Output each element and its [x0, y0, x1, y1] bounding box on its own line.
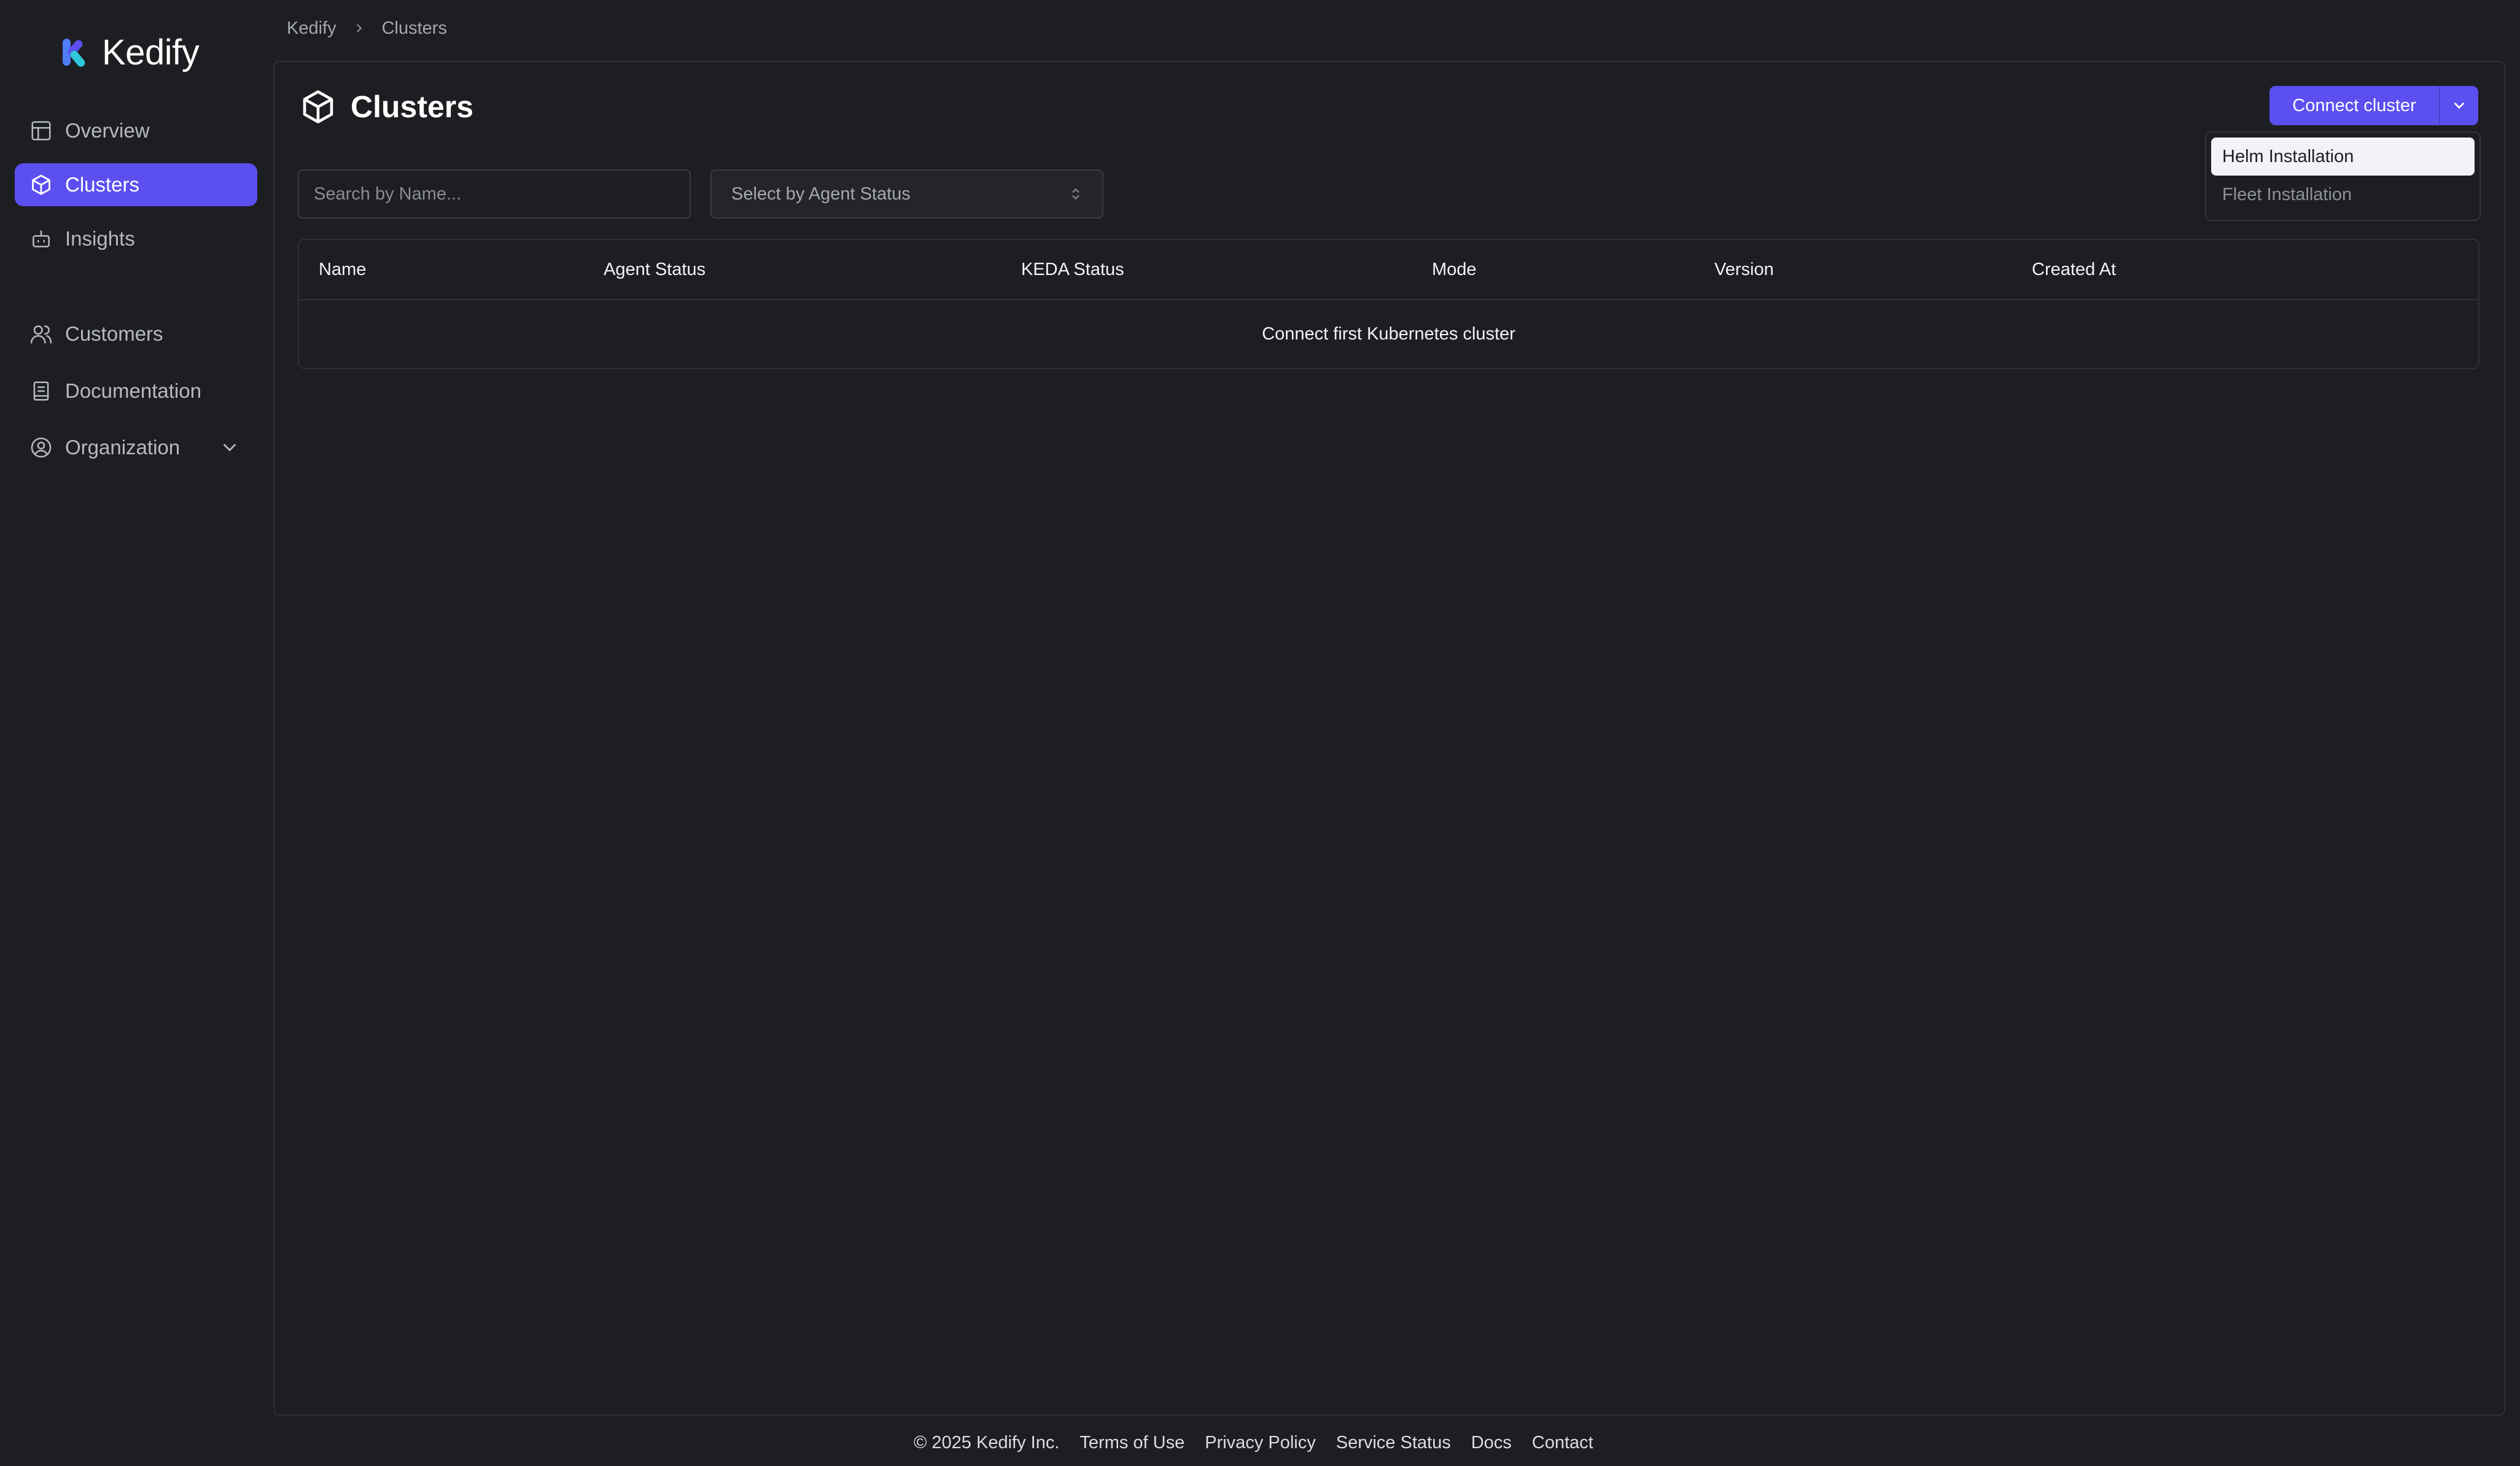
search-input[interactable]: [298, 169, 691, 219]
sidebar-item-organization[interactable]: Organization: [15, 426, 257, 469]
layout-icon: [31, 121, 51, 141]
chevron-down-icon[interactable]: [219, 437, 240, 458]
book-icon: [33, 381, 49, 401]
sidebar: Kedify Overview Clusters Insights Custom…: [0, 0, 273, 1466]
menu-item-helm-installation[interactable]: Helm Installation: [2211, 138, 2475, 176]
footer: © 2025 Kedify Inc. Terms of Use Privacy …: [914, 1429, 1593, 1456]
app: Kedify Overview Clusters Insights Custom…: [0, 0, 2520, 1466]
agent-status-select[interactable]: Select by Agent Status: [710, 169, 1103, 219]
agent-status-placeholder: Select by Agent Status: [731, 184, 911, 204]
connect-cluster-menu: Helm Installation Fleet Installation: [2205, 131, 2481, 221]
column-header-created-at: Created At: [2032, 259, 2117, 279]
sidebar-item-label: Customers: [65, 322, 163, 345]
table-empty-state: Connect first Kubernetes cluster: [1262, 324, 1515, 344]
chevron-down-icon: [2454, 103, 2464, 109]
sidebar-item-label: Organization: [65, 436, 181, 459]
brand-logo[interactable]: Kedify: [59, 31, 200, 74]
sidebar-item-insights[interactable]: Insights: [15, 217, 257, 260]
column-header-mode: Mode: [1432, 259, 1477, 279]
bot-icon: [33, 230, 50, 247]
chevron-up-down-icon: [1072, 188, 1079, 200]
footer-link-terms[interactable]: Terms of Use: [1079, 1433, 1184, 1453]
footer-copyright: © 2025 Kedify Inc.: [914, 1432, 1060, 1452]
clusters-table: Name Agent Status KEDA Status Mode Versi…: [298, 239, 2479, 369]
sidebar-item-customers[interactable]: Customers: [15, 312, 257, 355]
footer-link-contact[interactable]: Contact: [1532, 1433, 1593, 1453]
column-header-keda-status: KEDA Status: [1021, 259, 1124, 279]
breadcrumb-root[interactable]: Kedify: [287, 18, 336, 39]
sidebar-item-label: Documentation: [65, 379, 201, 402]
main-content: Clusters Connect cluster Helm Installati…: [273, 61, 2505, 1416]
sidebar-item-label: Insights: [65, 227, 135, 250]
sidebar-item-documentation[interactable]: Documentation: [15, 370, 257, 413]
cube-icon: [303, 90, 333, 123]
connect-cluster-button[interactable]: Connect cluster: [2269, 86, 2439, 125]
sidebar-item-label: Overview: [65, 119, 150, 142]
page-title: Clusters: [299, 85, 473, 128]
breadcrumb: Kedify Clusters: [287, 17, 447, 39]
chevron-right-icon: [356, 24, 362, 33]
table-header: Name Agent Status KEDA Status Mode Versi…: [299, 240, 2478, 300]
sidebar-item-overview[interactable]: Overview: [15, 109, 257, 152]
footer-link-docs[interactable]: Docs: [1471, 1433, 1512, 1453]
user-circle-icon: [31, 437, 52, 458]
brand-name: Kedify: [102, 32, 200, 72]
column-header-version: Version: [1714, 259, 1774, 279]
menu-item-fleet-installation[interactable]: Fleet Installation: [2211, 176, 2475, 214]
column-header-name: Name: [319, 259, 367, 279]
breadcrumb-current: Clusters: [381, 18, 447, 38]
connect-cluster-split-button: Connect cluster: [2269, 86, 2478, 125]
page-title-text: Clusters: [351, 90, 474, 124]
sidebar-item-label: Clusters: [65, 173, 140, 196]
users-icon: [30, 325, 52, 344]
footer-link-privacy[interactable]: Privacy Policy: [1205, 1433, 1316, 1453]
kedify-logo-icon: [63, 39, 85, 67]
cube-icon: [32, 174, 50, 195]
sidebar-item-clusters[interactable]: Clusters: [15, 163, 257, 206]
connect-cluster-menu-toggle[interactable]: [2439, 86, 2478, 125]
footer-link-service-status[interactable]: Service Status: [1336, 1433, 1451, 1453]
column-header-agent-status: Agent Status: [604, 259, 706, 279]
